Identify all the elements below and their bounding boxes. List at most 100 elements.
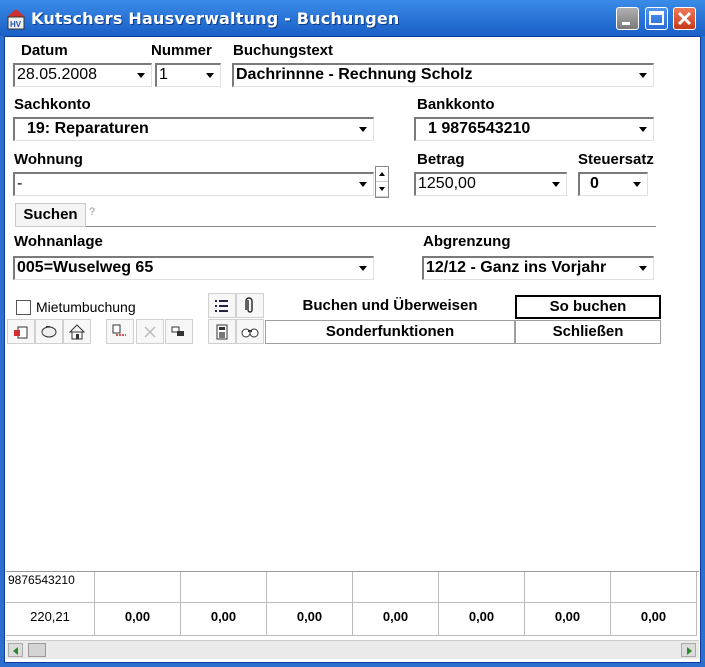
svg-text:HV: HV	[10, 20, 22, 29]
bankkonto-label: Bankkonto	[417, 96, 495, 113]
list-button[interactable]	[208, 293, 236, 318]
datum-label: Datum	[21, 42, 68, 59]
wohnung-value: -	[17, 175, 23, 192]
chevron-down-icon[interactable]	[633, 258, 653, 278]
chevron-down-icon[interactable]	[200, 65, 220, 85]
grid-header-cell	[525, 572, 611, 603]
grid-header-cell	[439, 572, 525, 603]
grid-value-cell[interactable]: 0,00	[95, 603, 181, 636]
split-button[interactable]	[106, 319, 134, 344]
sachkonto-select[interactable]: 19: Reparaturen	[13, 117, 374, 141]
betrag-label: Betrag	[417, 151, 465, 168]
binoculars-button[interactable]	[236, 319, 264, 344]
chevron-down-icon[interactable]	[633, 65, 653, 85]
nummer-select[interactable]: 1	[155, 63, 221, 87]
buchen-ueberweisen-button[interactable]: Buchen und Überweisen	[265, 295, 515, 319]
piggy-bank-button[interactable]	[35, 319, 63, 344]
nummer-value: 1	[159, 66, 168, 83]
sachkonto-value: 19: Reparaturen	[27, 120, 149, 137]
app-logo-icon: HV	[7, 9, 25, 30]
scroll-right-icon[interactable]	[681, 643, 696, 657]
schliessen-button[interactable]: Schließen	[515, 320, 661, 344]
close-icon	[677, 11, 692, 26]
scroll-thumb[interactable]	[28, 643, 46, 657]
grid-value-cell[interactable]: 0,00	[181, 603, 267, 636]
grid-value-cell[interactable]: 0,00	[267, 603, 353, 636]
sonderfunktionen-button[interactable]: Sonderfunktionen	[265, 320, 515, 344]
buchungstext-value: Dachrinnne - Rechnung Scholz	[236, 66, 473, 83]
attachment-icon	[245, 297, 253, 313]
maximize-button[interactable]	[645, 7, 668, 30]
betrag-value: 1250,00	[418, 175, 476, 192]
steuersatz-value: 0	[590, 175, 599, 192]
application-window: HV Kutschers Hausverwaltung - Buchungen …	[0, 0, 705, 667]
maximize-icon	[649, 11, 664, 25]
bankkonto-select[interactable]: 1 9876543210	[414, 117, 654, 141]
home-button[interactable]	[63, 319, 91, 344]
grid-value-cell[interactable]: 220,21	[6, 603, 95, 636]
chevron-down-icon[interactable]	[546, 174, 566, 194]
scroll-left-icon[interactable]	[8, 643, 23, 657]
calculator-icon	[216, 324, 228, 340]
binoculars-icon	[241, 328, 259, 338]
spin-down-icon[interactable]	[376, 182, 388, 197]
search-button[interactable]: Suchen	[15, 203, 86, 227]
horizontal-scrollbar[interactable]	[6, 640, 699, 659]
buchungstext-select[interactable]: Dachrinnne - Rechnung Scholz	[232, 63, 654, 87]
new-document-button[interactable]	[7, 319, 35, 344]
delete-button[interactable]	[136, 319, 164, 344]
chevron-down-icon[interactable]	[627, 174, 647, 194]
chevron-down-icon[interactable]	[633, 119, 653, 139]
bankkonto-value: 1 9876543210	[428, 120, 531, 137]
nummer-label: Nummer	[151, 42, 212, 59]
wohnung-spinner[interactable]	[375, 166, 389, 198]
minimize-icon	[622, 22, 630, 25]
grid-value-cell[interactable]: 0,00	[525, 603, 611, 636]
chevron-down-icon[interactable]	[131, 65, 151, 85]
chevron-down-icon[interactable]	[353, 258, 373, 278]
sachkonto-label: Sachkonto	[14, 96, 91, 113]
datum-value: 28.05.2008	[17, 66, 98, 83]
delete-icon	[144, 326, 156, 338]
search-hint-icon: ?	[89, 206, 96, 218]
close-button[interactable]	[673, 7, 696, 30]
home-icon	[68, 324, 86, 340]
wohnanlage-label: Wohnanlage	[14, 233, 103, 250]
wohnanlage-value: 005=Wuselweg 65	[17, 259, 154, 276]
grid-value-cell[interactable]: 0,00	[611, 603, 697, 636]
betrag-input[interactable]: 1250,00	[414, 172, 567, 196]
mietumbuchung-checkbox[interactable]	[16, 300, 31, 315]
steuersatz-select[interactable]: 0	[578, 172, 648, 196]
grid-value-cell[interactable]: 0,00	[439, 603, 525, 636]
search-input[interactable]	[86, 203, 656, 227]
abgrenzung-select[interactable]: 12/12 - Ganz ins Vorjahr	[422, 256, 654, 280]
attachment-button[interactable]	[236, 293, 264, 318]
grid-value-cell[interactable]: 0,00	[353, 603, 439, 636]
account-balance-grid[interactable]: 9876543210 220,21 0,00 0,00 0,00 0,00 0,…	[6, 571, 699, 637]
minimize-button[interactable]	[616, 7, 639, 30]
grid-header-cell	[267, 572, 353, 603]
abgrenzung-label: Abgrenzung	[423, 233, 511, 250]
transfer-button[interactable]	[165, 319, 193, 344]
grid-header-account: 9876543210	[6, 572, 95, 603]
list-icon	[215, 300, 228, 312]
chevron-down-icon[interactable]	[353, 174, 373, 194]
wohnung-label: Wohnung	[14, 151, 83, 168]
new-document-icon	[14, 326, 28, 339]
title-bar[interactable]: HV Kutschers Hausverwaltung - Buchungen	[0, 0, 705, 36]
spin-up-icon[interactable]	[376, 167, 388, 182]
grid-header-cell	[181, 572, 267, 603]
piggy-bank-icon	[41, 326, 57, 338]
transfer-icon	[171, 326, 184, 336]
grid-header-cell	[611, 572, 697, 603]
window-title: Kutschers Hausverwaltung - Buchungen	[31, 9, 400, 28]
chevron-down-icon[interactable]	[353, 119, 373, 139]
buchungstext-label: Buchungstext	[233, 42, 334, 59]
so-buchen-button[interactable]: So buchen	[515, 295, 661, 319]
datum-select[interactable]: 28.05.2008	[13, 63, 152, 87]
grid-header-cell	[353, 572, 439, 603]
booking-form: Datum Nummer Buchungstext 28.05.2008 1 D…	[4, 36, 701, 663]
calculator-button[interactable]	[208, 319, 236, 344]
wohnung-select[interactable]: -	[13, 172, 374, 196]
wohnanlage-select[interactable]: 005=Wuselweg 65	[13, 256, 374, 280]
